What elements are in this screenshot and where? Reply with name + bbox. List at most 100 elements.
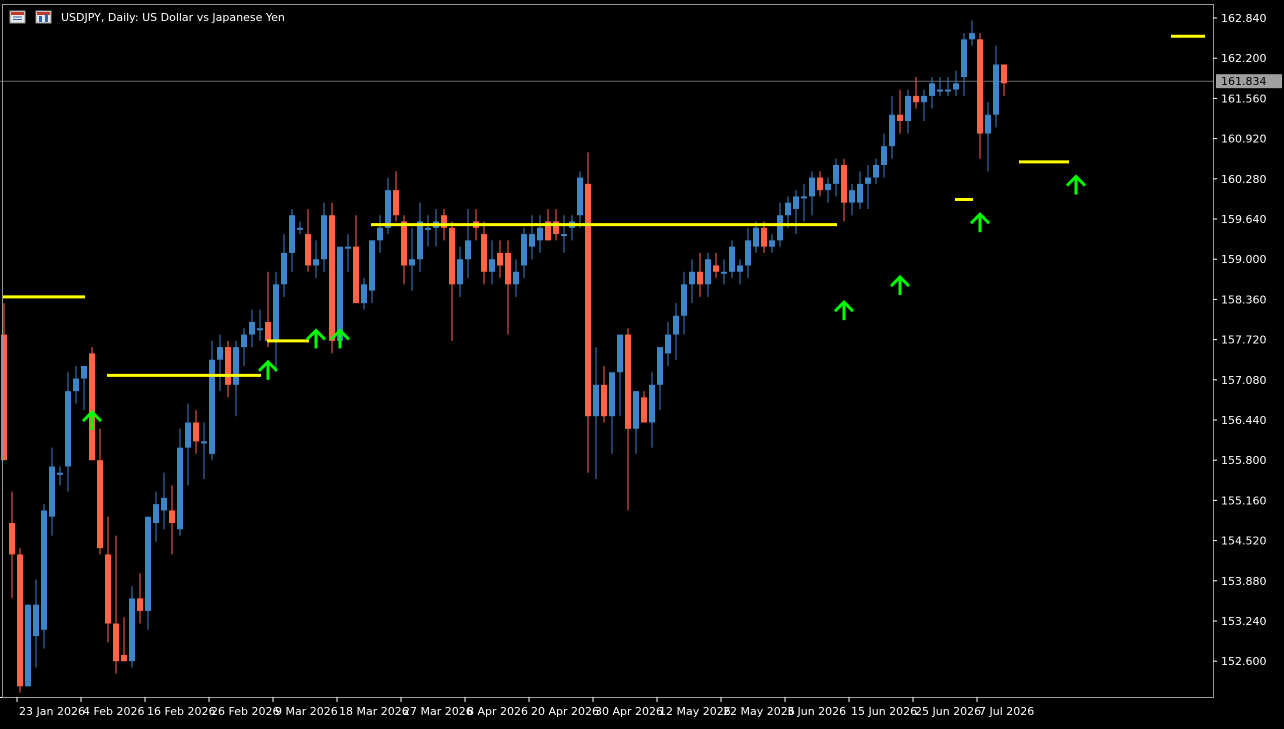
x-tick-label: 16 Feb 2026: [147, 705, 215, 718]
chart-background: [0, 0, 1284, 725]
candle-body: [273, 284, 279, 341]
y-tick-label: 159.000: [1221, 253, 1267, 266]
candle-body: [177, 447, 183, 530]
candle-body: [521, 234, 527, 266]
candle-body: [537, 227, 543, 241]
candle-body: [49, 466, 55, 517]
candle-body: [249, 322, 255, 335]
candle-body: [25, 604, 31, 687]
candle-body: [601, 384, 607, 417]
candle-body: [585, 183, 591, 417]
y-tick-label: 154.520: [1221, 535, 1267, 548]
y-tick-label: 158.360: [1221, 293, 1267, 306]
x-tick-label: 18 Mar 2026: [339, 705, 409, 718]
candle-body: [529, 234, 535, 247]
candle-body: [161, 497, 167, 511]
candle-body: [793, 196, 799, 209]
candle-body: [681, 284, 687, 316]
candle-body: [425, 227, 431, 230]
candle-body: [825, 183, 831, 191]
candle-body: [481, 234, 487, 272]
candle-body: [297, 227, 303, 230]
candle: [17, 548, 23, 693]
candle-body: [985, 114, 991, 134]
candle-body: [713, 265, 719, 272]
x-tick-label: 20 Apr 2026: [531, 705, 599, 718]
candle-body: [305, 234, 311, 266]
candle-body: [57, 472, 63, 475]
candle-body: [73, 378, 79, 392]
candle-body: [809, 177, 815, 197]
candle-body: [465, 240, 471, 260]
x-tick-label: 15 Jun 2026: [851, 705, 917, 718]
candle-body: [265, 322, 271, 341]
candle-body: [945, 89, 951, 92]
candle-body: [801, 196, 807, 199]
candle-body: [385, 190, 391, 228]
candle-body: [561, 234, 567, 237]
candle-body: [897, 114, 903, 122]
candle-body: [961, 39, 967, 78]
candle-body: [513, 271, 519, 285]
candle-body: [81, 365, 87, 379]
candle-body: [129, 598, 135, 662]
y-tick-label: 160.280: [1221, 173, 1267, 186]
candle-body: [977, 39, 983, 134]
candle-body: [257, 328, 263, 331]
candle-body: [633, 391, 639, 429]
candle-body: [609, 372, 615, 417]
candle-body: [241, 334, 247, 348]
candle: [41, 504, 47, 649]
candle-body: [697, 271, 703, 285]
candle-body: [225, 347, 231, 385]
candle-body: [617, 334, 623, 373]
x-tick-label: 25 Jun 2026: [915, 705, 981, 718]
candle-body: [1001, 64, 1007, 84]
y-tick-label: 160.920: [1221, 133, 1267, 146]
candle-body: [233, 347, 239, 385]
candle-body: [729, 246, 735, 272]
candle-body: [313, 259, 319, 266]
candle-body: [97, 460, 103, 549]
candle-body: [577, 177, 583, 216]
x-tick-label: 23 Jan 2026: [19, 705, 85, 718]
candle-body: [201, 441, 207, 444]
candle-body: [937, 89, 943, 92]
candle: [89, 347, 95, 461]
x-tick-label: 30 Apr 2026: [595, 705, 663, 718]
candle-body: [865, 177, 871, 184]
x-tick-label: 9 Mar 2026: [275, 705, 338, 718]
candle-body: [817, 177, 823, 191]
candle-body: [649, 384, 655, 423]
x-tick-label: 12 May 2026: [659, 705, 731, 718]
candle-body: [209, 359, 215, 454]
candle-body: [761, 227, 767, 247]
chart-canvas[interactable]: 162.840 162.200 161.560 160.920 160.280 159.6…: [0, 0, 1284, 725]
candle-body: [777, 215, 783, 241]
candle-body: [497, 252, 503, 266]
candle-body: [689, 271, 695, 285]
candle-body: [1, 334, 7, 461]
candle-body: [185, 422, 191, 448]
y-tick-label: 159.640: [1221, 213, 1267, 226]
y-tick-label: 162.200: [1221, 52, 1267, 65]
candle-body: [345, 246, 351, 249]
y-tick-label: 161.560: [1221, 92, 1267, 105]
candle-body: [745, 240, 751, 266]
candle-body: [953, 83, 959, 90]
candle-body: [105, 554, 111, 624]
y-tick-label: 157.720: [1221, 334, 1267, 347]
candle-body: [289, 215, 295, 253]
x-tick-label: 27 Mar 2026: [403, 705, 473, 718]
candle-body: [873, 164, 879, 178]
candle-body: [457, 259, 463, 285]
current-price-label: 161.834: [1221, 75, 1267, 88]
x-tick-label: 8 Apr 2026: [467, 705, 528, 718]
y-tick-label: 155.800: [1221, 454, 1267, 467]
chart-menu-icon[interactable]: [9, 10, 26, 24]
candle-body: [65, 391, 71, 467]
symbol-properties-icon[interactable]: [35, 10, 52, 24]
candle-body: [281, 252, 287, 285]
candle-body: [393, 190, 399, 216]
price-chart[interactable]: 162.840 162.200 161.560 160.920 160.280 159.6…: [0, 0, 1284, 725]
